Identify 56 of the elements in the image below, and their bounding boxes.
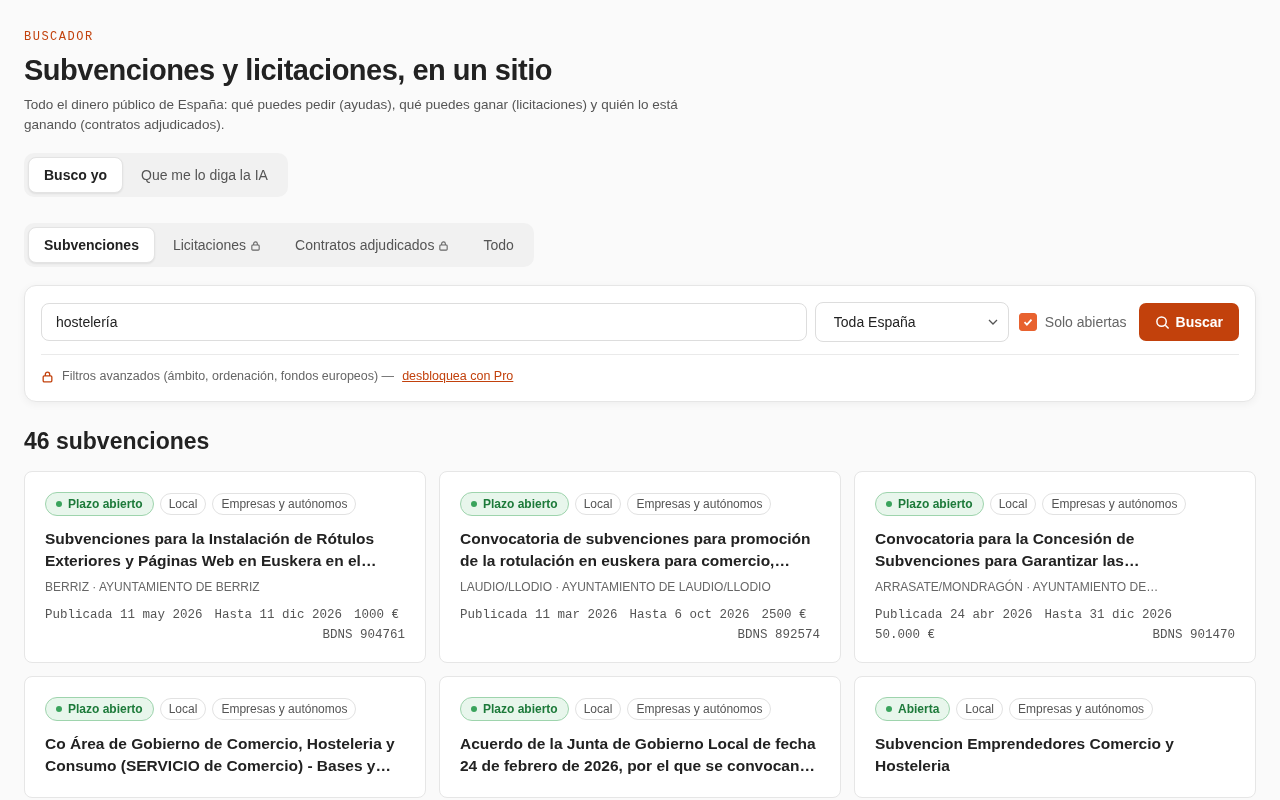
- result-card[interactable]: [854, 471, 1256, 663]
- results-heading: 46 subvenciones: [24, 428, 211, 455]
- checkmark-icon: [1021, 316, 1034, 328]
- status-badge: Plazo abierto: [45, 492, 154, 516]
- lock-icon: [438, 239, 450, 251]
- deadline: Hasta 6 oct 2026: [629, 608, 750, 622]
- deadline: Hasta 11 dic 2026: [214, 608, 343, 622]
- section-label: BUSCADOR: [24, 30, 95, 44]
- search-icon: [1154, 314, 1170, 330]
- mode-tab[interactable]: Que me lo diga la IA: [125, 157, 284, 193]
- published-date: Publicada 11 mar 2026: [460, 608, 618, 622]
- result-title: Co Área de Gobierno de Comercio, Hosteleria y Consumo (SERVICIO de Comercio) - Bases y…: [45, 734, 396, 776]
- status-badge: Plazo abierto: [460, 697, 569, 721]
- category-tab[interactable]: Todo: [467, 227, 530, 263]
- category-tab[interactable]: Contratos adjudicados: [279, 227, 466, 263]
- region-select[interactable]: Toda España: [814, 302, 1009, 342]
- result-title: Convocatoria de subvenciones para promoción de la rotulación en euskera para comercio,…: [460, 529, 812, 571]
- bdns-id: BDNS 901470: [1152, 628, 1235, 642]
- deadline: Hasta 31 dic 2026: [1044, 608, 1173, 622]
- organization: ARRASATE/MONDRAGÓN · AYUNTAMIENTO DE…: [875, 580, 1160, 594]
- published-date: Publicada 11 may 2026: [45, 608, 203, 622]
- search-field[interactable]: hostelería: [41, 303, 807, 341]
- result-card[interactable]: [439, 471, 841, 663]
- category-tab[interactable]: Subvenciones: [28, 227, 155, 263]
- bdns-id: BDNS 892574: [737, 628, 820, 642]
- bdns-id: BDNS 904761: [322, 628, 405, 642]
- status-badge: Plazo abierto: [45, 697, 154, 721]
- result-card[interactable]: Abierta Local Empresas y autónomos Subvencion Emprendedores Comercio y Hosteleria: [854, 676, 1256, 798]
- pro-link[interactable]: desbloquea con Pro: [402, 369, 514, 383]
- amount: 2500 €: [761, 608, 807, 622]
- status-badge: Plazo abierto: [460, 492, 569, 516]
- amount: 1000 €: [354, 608, 400, 622]
- status-badge: Abierta: [875, 697, 951, 721]
- category-tab[interactable]: Licitaciones: [156, 227, 278, 263]
- intro-text: Todo el dinero público de España: qué puedes pedir (ayudas), qué puedes ganar (licitaciones) y quién lo está ganando (contratos adjudicados).: [24, 96, 679, 134]
- page-title: Subvenciones y licitaciones, en un sitio: [24, 54, 553, 87]
- result-card[interactable]: Plazo abierto Local Empresas y autónomos Acuerdo de la Junta de Gobierno Local de fecha 24 de febrero de 2026, por el que se convocan…: [439, 676, 841, 798]
- published-date: Publicada 24 abr 2026: [875, 608, 1033, 622]
- result-title: Subvenciones para la Instalación de Rótulos Exteriores y Páginas Web en Euskera en el…: [45, 529, 378, 571]
- organization: BERRIZ · AYUNTAMIENTO DE BERRIZ: [45, 580, 261, 594]
- mode-tab[interactable]: Busco yo: [28, 157, 123, 193]
- result-title: Convocatoria para la Concesión de Subvenciones para Garantizar las…: [875, 529, 1141, 571]
- result-title: Acuerdo de la Junta de Gobierno Local de fecha 24 de febrero de 2026, por el que se convocan…: [460, 734, 817, 776]
- result-card[interactable]: Plazo abierto Local Empresas y autónomos Co Área de Gobierno de Comercio, Hosteleria y Consumo (SERVICIO de Comercio) - Bases y…: [24, 676, 426, 798]
- lock-icon: [250, 239, 262, 251]
- search-button[interactable]: Buscar: [1138, 303, 1239, 341]
- result-title: Subvencion Emprendedores Comercio y Hosteleria: [875, 734, 1175, 776]
- checkbox-label: Solo abiertas: [1044, 314, 1127, 330]
- amount: 50.000 €: [875, 628, 935, 642]
- result-card[interactable]: [24, 471, 426, 663]
- lock-icon: [41, 369, 54, 383]
- notice-text: Filtros avanzados (ámbito, ordenación, fondos europeos) —: [62, 369, 395, 383]
- checkbox[interactable]: [1018, 313, 1037, 331]
- organization: LAUDIO/LLODIO · AYUNTAMIENTO DE LAUDIO/LLODIO: [460, 580, 772, 594]
- chevron-icon: [987, 319, 998, 325]
- status-badge: Plazo abierto: [875, 492, 984, 516]
